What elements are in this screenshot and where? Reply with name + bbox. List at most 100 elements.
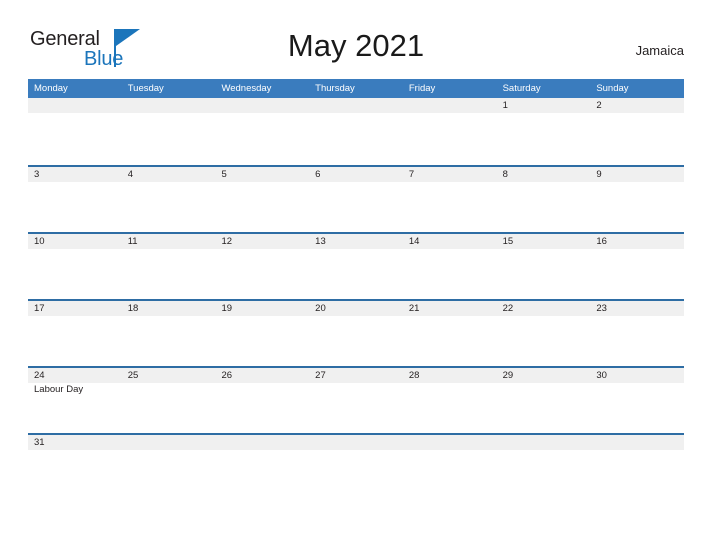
calendar-day-cell[interactable]: 14 bbox=[403, 234, 497, 299]
calendar-day-cell[interactable]: 15 bbox=[497, 234, 591, 299]
day-number: 17 bbox=[34, 303, 45, 314]
calendar-day-cell[interactable]: 27 bbox=[309, 368, 403, 433]
day-number bbox=[596, 435, 684, 450]
day-number: 4 bbox=[127, 169, 134, 180]
day-number bbox=[221, 98, 309, 113]
calendar-day-cell[interactable]: 12 bbox=[215, 234, 309, 299]
day-number: 19 bbox=[221, 303, 233, 314]
day-number: 25 bbox=[127, 370, 139, 381]
calendar-day-cell-empty bbox=[403, 435, 497, 500]
calendar-week-row: 24 Labour Day 25 26 27 28 29 30 bbox=[28, 366, 684, 433]
day-number bbox=[128, 98, 216, 113]
calendar-day-cell[interactable]: 25 bbox=[122, 368, 216, 433]
calendar-week-row: 3 4 5 6 7 8 9 bbox=[28, 165, 684, 232]
day-number bbox=[409, 435, 497, 450]
calendar-week-cells: 24 Labour Day 25 26 27 28 29 30 bbox=[28, 368, 684, 433]
day-number: 24 bbox=[34, 370, 45, 381]
day-number bbox=[503, 435, 591, 450]
calendar-week-cells: 31 bbox=[28, 435, 684, 500]
calendar-day-cell[interactable]: 29 bbox=[497, 368, 591, 433]
calendar-week-row: 17 18 19 20 21 22 23 bbox=[28, 299, 684, 366]
day-number bbox=[128, 435, 216, 450]
day-event-label: Labour Day bbox=[34, 384, 84, 395]
day-number: 21 bbox=[408, 303, 420, 314]
day-number: 26 bbox=[221, 370, 233, 381]
weekday-header-wednesday: Wednesday bbox=[221, 83, 272, 94]
locale-label: Jamaica bbox=[635, 43, 684, 58]
calendar-week-cells: 12 bbox=[28, 98, 684, 163]
day-number bbox=[409, 98, 497, 113]
day-number bbox=[315, 435, 403, 450]
calendar-day-cell[interactable]: 16 bbox=[590, 234, 684, 299]
day-number: 8 bbox=[502, 169, 508, 180]
calendar-week-row: 31 bbox=[28, 433, 684, 500]
weekday-header-saturday: Saturday bbox=[502, 83, 541, 94]
day-number: 10 bbox=[34, 236, 45, 247]
calendar-grid: Monday Tuesday Wednesday Thursday Friday Satu… bbox=[28, 79, 684, 500]
calendar-day-cell[interactable]: 24 Labour Day bbox=[28, 368, 122, 433]
calendar-day-cell[interactable]: 8 bbox=[497, 167, 591, 232]
calendar-day-cell-empty bbox=[215, 98, 309, 163]
day-number: 2 bbox=[596, 100, 602, 111]
calendar-day-cell-empty bbox=[309, 98, 403, 163]
day-number: 6 bbox=[315, 169, 321, 180]
calendar-day-cell[interactable]: 20 bbox=[309, 301, 403, 366]
calendar-day-cell-empty bbox=[590, 435, 684, 500]
calendar-day-cell[interactable]: 13 bbox=[309, 234, 403, 299]
calendar-day-cell-empty bbox=[28, 98, 122, 163]
weekday-header-row: Monday Tuesday Wednesday Thursday Friday Satu… bbox=[28, 79, 684, 98]
weekday-header-monday: Monday bbox=[34, 83, 68, 94]
calendar-day-cell[interactable]: 4 bbox=[122, 167, 216, 232]
day-number: 23 bbox=[596, 303, 607, 314]
calendar-day-cell[interactable]: 18 bbox=[122, 301, 216, 366]
weekday-header-thursday: Thursday bbox=[315, 83, 355, 94]
day-number: 29 bbox=[502, 370, 514, 381]
calendar-week-row: 10 11 12 13 14 15 16 bbox=[28, 232, 684, 299]
calendar-day-cell[interactable]: 2 bbox=[590, 98, 684, 163]
page-header: General Blue May 2021 Jamaica bbox=[28, 24, 684, 72]
day-number: 16 bbox=[596, 236, 607, 247]
calendar-day-cell[interactable]: 31 bbox=[28, 435, 122, 500]
calendar-day-cell[interactable]: 3 bbox=[28, 167, 122, 232]
calendar-day-cell[interactable]: 9 bbox=[590, 167, 684, 232]
calendar-day-cell[interactable]: 1 bbox=[497, 98, 591, 163]
day-number: 3 bbox=[34, 169, 40, 180]
calendar-day-cell[interactable]: 17 bbox=[28, 301, 122, 366]
calendar-day-cell[interactable]: 5 bbox=[215, 167, 309, 232]
calendar-page: General Blue May 2021 Jamaica Monday Tues… bbox=[0, 0, 712, 550]
calendar-day-cell-empty bbox=[403, 98, 497, 163]
calendar-day-cell[interactable]: 22 bbox=[497, 301, 591, 366]
calendar-day-cell[interactable]: 19 bbox=[215, 301, 309, 366]
day-number: 14 bbox=[408, 236, 420, 247]
calendar-day-cell[interactable]: 23 bbox=[590, 301, 684, 366]
calendar-day-cell[interactable]: 21 bbox=[403, 301, 497, 366]
day-number: 12 bbox=[221, 236, 233, 247]
day-number: 9 bbox=[596, 169, 602, 180]
calendar-weeks: 1 2 3 4 5 6 7 8 9 10 11 12 13 14 15 16 17 18 19 20 21 22 23 24 L… bbox=[28, 98, 684, 500]
day-number: 31 bbox=[34, 437, 45, 448]
calendar-day-cell[interactable]: 7 bbox=[403, 167, 497, 232]
day-number: 7 bbox=[408, 169, 415, 180]
day-number: 20 bbox=[315, 303, 326, 314]
calendar-day-cell[interactable]: 11 bbox=[122, 234, 216, 299]
day-number: 13 bbox=[315, 236, 326, 247]
calendar-week-cells: 3 4 5 6 7 8 9 bbox=[28, 167, 684, 232]
calendar-day-cell[interactable]: 30 bbox=[590, 368, 684, 433]
day-number: 15 bbox=[502, 236, 514, 247]
weekday-header-sunday: Sunday bbox=[596, 83, 629, 94]
day-number: 11 bbox=[127, 236, 138, 247]
weekday-header-tuesday: Tuesday bbox=[127, 83, 164, 94]
calendar-day-cell-empty bbox=[122, 435, 216, 500]
day-number: 27 bbox=[315, 370, 326, 381]
calendar-day-cell-empty bbox=[215, 435, 309, 500]
calendar-day-cell[interactable]: 10 bbox=[28, 234, 122, 299]
calendar-day-cell[interactable]: 6 bbox=[309, 167, 403, 232]
calendar-week-cells: 10 11 12 13 14 15 16 bbox=[28, 234, 684, 299]
page-title: May 2021 bbox=[287, 28, 425, 63]
calendar-day-cell-empty bbox=[497, 435, 591, 500]
calendar-day-cell-empty bbox=[122, 98, 216, 163]
calendar-week-row: 12 bbox=[28, 98, 684, 165]
calendar-day-cell[interactable]: 26 bbox=[215, 368, 309, 433]
calendar-day-cell[interactable]: 28 bbox=[403, 368, 497, 433]
day-number: 30 bbox=[596, 370, 607, 381]
